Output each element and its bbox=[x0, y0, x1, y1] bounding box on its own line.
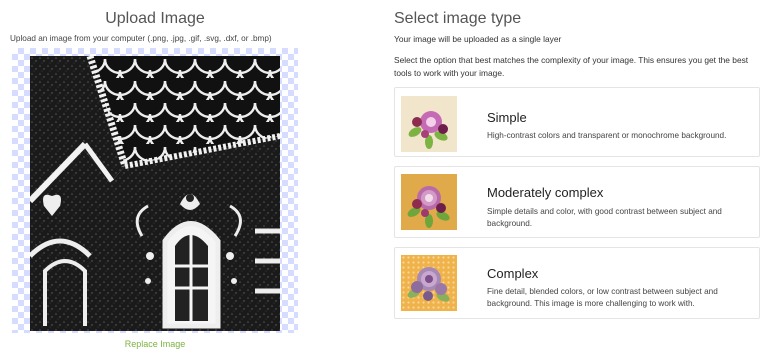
select-instructions: Select the option that best matches the … bbox=[394, 55, 749, 78]
select-type-title: Select image type bbox=[394, 10, 522, 27]
option-complex[interactable]: Complex Fine detail, blended colors, or … bbox=[394, 247, 760, 319]
simple-thumbnail-image bbox=[401, 96, 457, 152]
option-moderately-complex[interactable]: Moderately complex Simple details and co… bbox=[394, 166, 760, 238]
option-simple-title: Simple bbox=[487, 110, 527, 125]
gingerbread-house-image bbox=[30, 56, 280, 331]
image-preview bbox=[12, 48, 298, 333]
upload-title: Upload Image bbox=[105, 10, 205, 27]
complex-thumbnail-image bbox=[401, 255, 457, 311]
moderate-thumbnail-image bbox=[401, 174, 457, 230]
select-type-panel: Select image type Your image will be upl… bbox=[388, 0, 768, 359]
option-simple-description: High-contrast colors and transparent or … bbox=[487, 131, 727, 140]
upload-panel: Upload Image Upload an image from your c… bbox=[0, 0, 310, 359]
option-moderate-title: Moderately complex bbox=[487, 185, 604, 200]
option-simple[interactable]: Simple High-contrast colors and transpar… bbox=[394, 87, 760, 157]
option-moderate-description: Simple details and color, with good cont… bbox=[487, 207, 722, 228]
replace-image-link[interactable]: Replace Image bbox=[0, 339, 310, 349]
upload-subtitle: Upload an image from your computer (.png… bbox=[10, 34, 272, 43]
option-complex-description: Fine detail, blended colors, or low cont… bbox=[487, 287, 718, 308]
option-complex-title: Complex bbox=[487, 266, 539, 281]
single-layer-note: Your image will be uploaded as a single … bbox=[394, 34, 562, 44]
